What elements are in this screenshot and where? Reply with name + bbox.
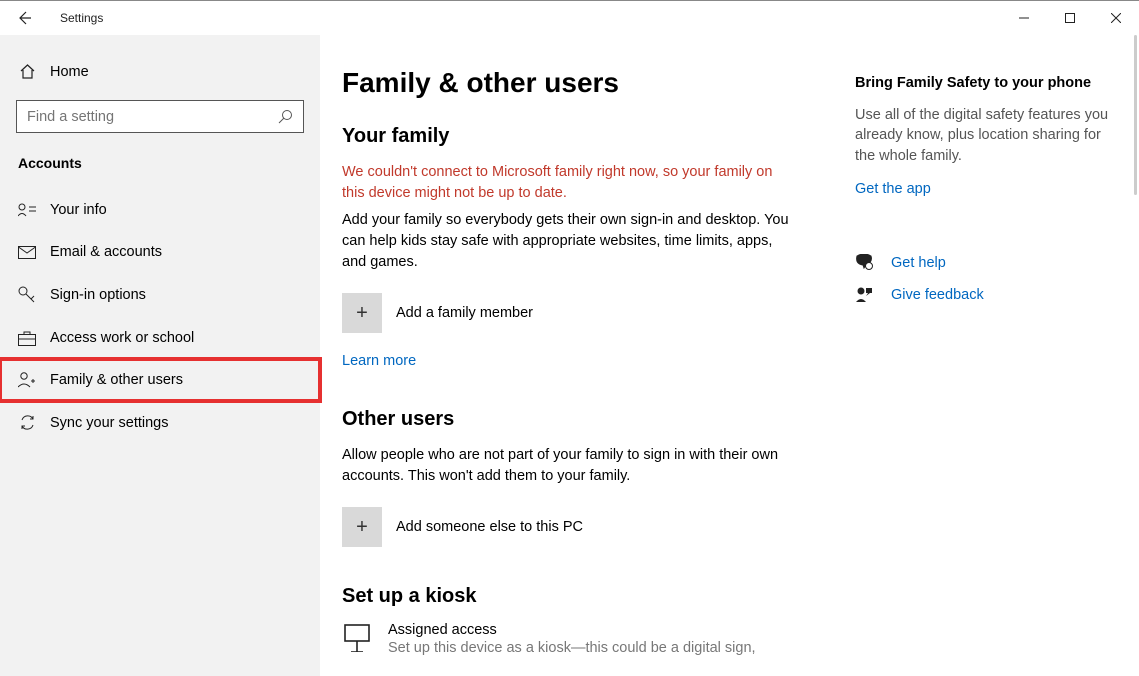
- maximize-button[interactable]: [1047, 1, 1093, 35]
- search-box[interactable]: [16, 100, 304, 133]
- section-other-users: Other users Allow people who are not par…: [342, 408, 835, 547]
- get-help-label: Get help: [891, 255, 946, 271]
- sidebar-item-sync[interactable]: Sync your settings: [0, 401, 320, 444]
- section-your-family: Your family We couldn't connect to Micro…: [342, 125, 835, 370]
- sidebar-item-signin[interactable]: Sign-in options: [0, 273, 320, 317]
- sidebar-item-label: Access work or school: [50, 330, 194, 346]
- sidebar-item-label: Sync your settings: [50, 415, 168, 431]
- family-error-text: We couldn't connect to Microsoft family …: [342, 162, 792, 204]
- main-content: Family & other users Your family We coul…: [320, 35, 855, 676]
- plus-icon: +: [342, 293, 382, 333]
- add-family-label: Add a family member: [396, 305, 533, 321]
- add-other-label: Add someone else to this PC: [396, 519, 583, 535]
- help-icon: [855, 254, 873, 272]
- sidebar-item-label: Family & other users: [50, 372, 183, 388]
- section-heading: Set up a kiosk: [342, 585, 835, 608]
- briefcase-icon: [18, 331, 36, 346]
- other-desc: Allow people who are not part of your fa…: [342, 445, 792, 487]
- back-arrow-icon: [16, 10, 32, 26]
- promo-desc: Use all of the digital safety features y…: [855, 105, 1115, 166]
- sidebar-item-work-school[interactable]: Access work or school: [0, 317, 320, 359]
- search-icon: [277, 109, 293, 125]
- maximize-icon: [1065, 13, 1075, 23]
- section-heading: Other users: [342, 408, 835, 431]
- close-button[interactable]: [1093, 1, 1139, 35]
- close-icon: [1111, 13, 1121, 23]
- section-kiosk: Set up a kiosk Assigned access Set up th…: [342, 585, 835, 656]
- sidebar-item-email[interactable]: Email & accounts: [0, 231, 320, 273]
- window-title: Settings: [60, 11, 103, 25]
- sidebar-item-label: Sign-in options: [50, 287, 146, 303]
- promo-heading: Bring Family Safety to your phone: [855, 75, 1115, 91]
- sync-icon: [18, 414, 36, 431]
- minimize-button[interactable]: [1001, 1, 1047, 35]
- sidebar-section-label: Accounts: [0, 133, 320, 189]
- sidebar-item-your-info[interactable]: Your info: [0, 189, 320, 231]
- person-card-icon: [18, 203, 36, 217]
- scrollbar[interactable]: [1134, 35, 1137, 195]
- person-plus-icon: [18, 372, 36, 388]
- title-bar: Settings: [0, 1, 1139, 35]
- minimize-icon: [1019, 13, 1029, 23]
- assigned-access-title: Assigned access: [388, 622, 756, 638]
- get-help-link[interactable]: Get help: [855, 254, 1115, 272]
- search-input[interactable]: [27, 109, 247, 125]
- plus-icon: +: [342, 507, 382, 547]
- assigned-access-button[interactable]: Assigned access Set up this device as a …: [342, 622, 835, 656]
- back-button[interactable]: [16, 10, 32, 26]
- give-feedback-label: Give feedback: [891, 287, 984, 303]
- sidebar-item-label: Your info: [50, 202, 107, 218]
- learn-more-link[interactable]: Learn more: [342, 353, 416, 369]
- sidebar-item-label: Email & accounts: [50, 244, 162, 260]
- feedback-icon: [855, 286, 873, 304]
- kiosk-icon: [342, 622, 372, 656]
- give-feedback-link[interactable]: Give feedback: [855, 286, 1115, 304]
- add-family-member-button[interactable]: + Add a family member: [342, 293, 835, 333]
- sidebar-home-label: Home: [50, 64, 89, 80]
- sidebar: Home Accounts Your info Email & accounts…: [0, 35, 320, 676]
- aside-panel: Bring Family Safety to your phone Use al…: [855, 35, 1115, 676]
- family-desc: Add your family so everybody gets their …: [342, 210, 792, 273]
- key-icon: [18, 286, 36, 304]
- add-other-user-button[interactable]: + Add someone else to this PC: [342, 507, 835, 547]
- sidebar-item-family[interactable]: Family & other users: [0, 359, 320, 401]
- sidebar-home[interactable]: Home: [0, 53, 320, 90]
- get-app-link[interactable]: Get the app: [855, 181, 931, 197]
- assigned-access-sub: Set up this device as a kiosk—this could…: [388, 640, 756, 656]
- home-icon: [18, 63, 36, 80]
- section-heading: Your family: [342, 125, 835, 148]
- mail-icon: [18, 246, 36, 259]
- page-title: Family & other users: [342, 67, 835, 99]
